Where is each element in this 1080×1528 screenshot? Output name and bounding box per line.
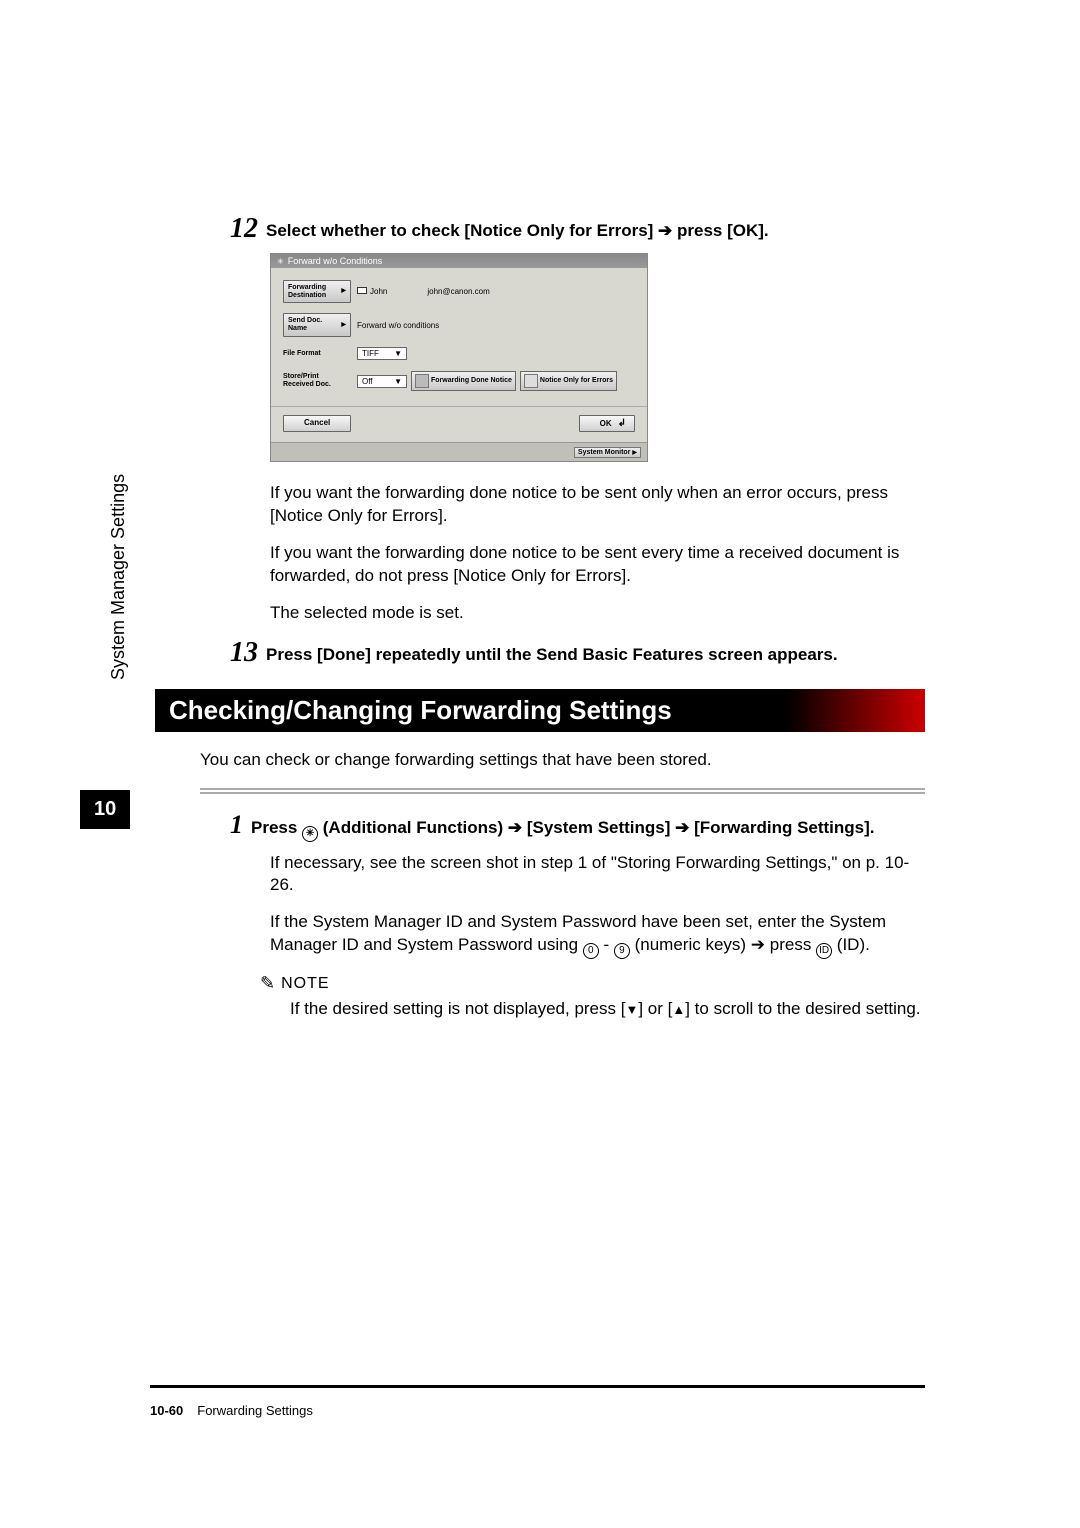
chevron-down-icon: ▼ (394, 377, 402, 386)
step-12-text-a: Select whether to check [Notice Only for… (266, 221, 658, 240)
step-number: 13 (230, 639, 258, 667)
step-12-text-b: press [OK]. (672, 221, 768, 240)
send-doc-label: Send Doc. Name (288, 317, 341, 332)
note-pencil-icon: ✎ (260, 973, 275, 994)
step-12: 12 Select whether to check [Notice Only … (230, 215, 930, 243)
step-1-instruction: Press ✳ (Additional Functions) ➔ [System… (251, 812, 930, 842)
note-body: If the desired setting is not displayed,… (290, 998, 930, 1021)
chevron-right-icon: ▶ (632, 450, 637, 456)
system-monitor-label: System Monitor (578, 449, 631, 456)
send-doc-name-button[interactable]: Send Doc. Name▶ (283, 313, 351, 336)
additional-functions-key-icon: ✳ (302, 826, 318, 842)
step-number: 12 (230, 215, 258, 243)
step-1-body-2c: (numeric keys) (630, 935, 751, 954)
note-text-a: If the desired setting is not displayed,… (290, 999, 625, 1018)
system-monitor-button[interactable]: System Monitor ▶ (574, 447, 641, 458)
forwarding-done-notice-button[interactable]: Forwarding Done Notice (411, 371, 516, 391)
chapter-number-tab: 10 (80, 790, 130, 829)
store-print-label: Store/Print Received Doc. (283, 370, 351, 391)
step-12-body-1: If you want the forwarding done notice t… (270, 482, 930, 528)
right-arrow-icon: ➔ (751, 935, 765, 954)
step-1-text-c: [System Settings] (522, 818, 675, 837)
fwd-dest-email: john@canon.com (427, 287, 489, 296)
device-screenshot: ✳ Forward w/o Conditions Forwarding Dest… (270, 253, 648, 462)
up-triangle-icon: ▲ (672, 1002, 685, 1017)
right-arrow-icon: ➔ (658, 221, 672, 240)
footer-title: Forwarding Settings (197, 1403, 313, 1418)
right-arrow-icon: ➔ (508, 818, 522, 837)
right-arrow-icon: ➔ (675, 818, 689, 837)
envelope-icon (357, 287, 367, 294)
ok-button[interactable]: OK ↲ (579, 415, 635, 432)
page-number: 10-60 (150, 1403, 183, 1418)
divider (200, 788, 925, 794)
cancel-button[interactable]: Cancel (283, 415, 351, 432)
note-label: NOTE (281, 975, 329, 993)
section-header: Checking/Changing Forwarding Settings (155, 689, 925, 732)
file-format-label: File Format (283, 347, 351, 361)
step-1-text-b: (Additional Functions) (318, 818, 508, 837)
chevron-right-icon: ▶ (341, 288, 346, 295)
step-1-body-1: If necessary, see the screen shot in ste… (270, 852, 930, 898)
store-print-value: Off (362, 377, 373, 386)
footer-rule (150, 1385, 925, 1388)
file-format-value: TIFF (362, 349, 379, 358)
key-zero-icon: 0 (583, 943, 599, 959)
chevron-down-icon: ▼ (394, 349, 402, 358)
step-1-body-2b: - (599, 935, 614, 954)
file-format-dropdown[interactable]: TIFF ▼ (357, 347, 407, 360)
checkbox-icon (524, 374, 538, 388)
screenshot-titlebar: ✳ Forward w/o Conditions (271, 254, 647, 268)
note-header: ✎ NOTE (260, 973, 930, 994)
fwd-dest-name: John (357, 287, 387, 296)
key-nine-icon: 9 (614, 943, 630, 959)
enter-arrow-icon: ↲ (618, 418, 626, 429)
chevron-right-icon: ▶ (341, 322, 346, 329)
section-intro: You can check or change forwarding setti… (200, 750, 930, 770)
note-text-c: ] to scroll to the desired setting. (685, 999, 920, 1018)
step-12-body-2: If you want the forwarding done notice t… (270, 542, 930, 588)
send-doc-value: Forward w/o conditions (357, 321, 439, 330)
forwarding-destination-button[interactable]: Forwarding Destination▶ (283, 280, 351, 303)
notice-only-errors-button[interactable]: Notice Only for Errors (520, 371, 617, 391)
step-13: 13 Press [Done] repeatedly until the Sen… (230, 639, 930, 667)
fwd-dest-label: Forwarding Destination (288, 284, 341, 299)
screenshot-title: Forward w/o Conditions (288, 256, 383, 266)
down-triangle-icon: ▼ (625, 1002, 638, 1017)
fwd-done-label: Forwarding Done Notice (431, 377, 512, 385)
notice-icon (415, 374, 429, 388)
page-footer: 10-60 Forwarding Settings (150, 1403, 313, 1418)
note-text-b: ] or [ (638, 999, 672, 1018)
step-12-instruction: Select whether to check [Notice Only for… (266, 215, 930, 241)
step-1-text-a: Press (251, 818, 302, 837)
step-1-body-2e: (ID). (832, 935, 870, 954)
step-13-instruction: Press [Done] repeatedly until the Send B… (266, 639, 930, 665)
sidebar-chapter-label: System Manager Settings (108, 474, 129, 680)
step-1-text-d: [Forwarding Settings]. (689, 818, 874, 837)
ok-label: OK (600, 419, 612, 428)
step-12-body-3: The selected mode is set. (270, 602, 930, 625)
store-print-dropdown[interactable]: Off ▼ (357, 375, 407, 388)
step-1: 1 Press ✳ (Additional Functions) ➔ [Syst… (230, 812, 930, 842)
titlebar-icon: ✳ (277, 257, 284, 266)
notice-only-label: Notice Only for Errors (540, 377, 613, 385)
step-number: 1 (230, 812, 243, 838)
id-key-icon: ID (816, 943, 832, 959)
step-1-body-2: If the System Manager ID and System Pass… (270, 911, 930, 959)
step-1-body-2d: press (765, 935, 816, 954)
